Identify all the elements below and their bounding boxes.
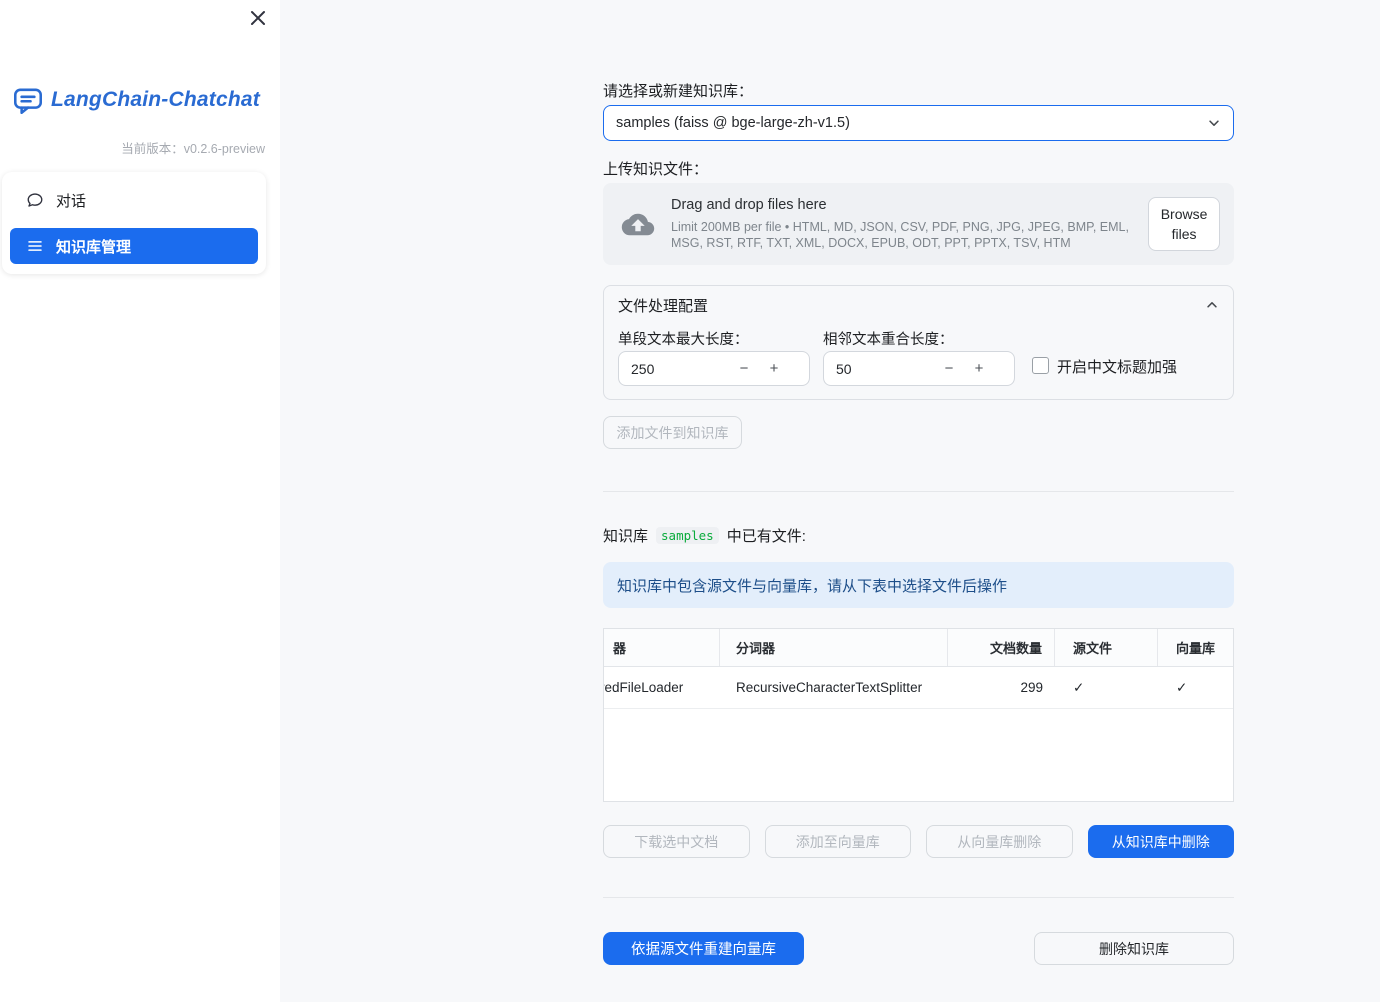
max-length-increment-button[interactable]: + [759,352,789,385]
download-selected-button[interactable]: 下载选中文档 [603,825,750,858]
list-icon [26,237,44,255]
dropzone-title: Drag and drop files here [671,196,827,213]
file-dropzone[interactable]: Drag and drop files here Limit 200MB per… [603,183,1234,265]
kb-files-suffix: 中已有文件: [726,528,806,545]
cell-source-file-check: ✓ [1073,679,1085,695]
max-length-field[interactable] [619,360,729,377]
add-files-button[interactable]: 添加文件到知识库 [603,416,742,449]
zh-title-enhance-checkbox[interactable] [1032,357,1049,374]
overlap-decrement-button[interactable]: − [934,352,964,385]
cloud-upload-icon [621,211,655,238]
app-window: LangChain-Chatchat 当前版本：v0.2.6-preview 对… [0,0,1380,1002]
chat-bubble-icon [26,191,44,209]
overlap-label: 相邻文本重合长度： [823,332,954,348]
dropzone-text: Drag and drop files here Limit 200MB per… [671,197,1148,252]
col-header-loader[interactable]: 器 [604,629,720,666]
close-icon [250,10,266,26]
delete-kb-button[interactable]: 删除知识库 [1034,932,1234,965]
remove-from-vector-store-button[interactable]: 从向量库删除 [926,825,1073,858]
expander-header[interactable]: 文件处理配置 [604,286,1233,324]
overlap-field[interactable] [824,360,934,377]
add-to-vector-store-button[interactable]: 添加至向量库 [764,825,911,858]
browse-files-button[interactable]: Browse files [1148,197,1220,251]
divider [603,897,1234,898]
file-actions-row: 下载选中文档 添加至向量库 从向量库删除 从知识库中删除 [603,825,1234,858]
table-header-row: 器 分词器 文档数量 源文件 向量库 [604,629,1233,667]
chatchat-logo-icon [12,86,44,114]
file-config-expander: 文件处理配置 单段文本最大长度： 相邻文本重合长度： − + − + 开启中文标… [603,285,1234,400]
sidebar-item-knowledge-base[interactable]: 知识库管理 [10,228,258,264]
sidebar-item-label: 对话 [56,192,87,210]
max-length-input: − + [618,351,810,386]
expander-title: 文件处理配置 [618,297,709,315]
table-row[interactable]: redFileLoader RecursiveCharacterTextSpli… [604,667,1233,709]
upload-label: 上传知识文件： [603,161,709,178]
cell-vector-store-check: ✓ [1176,679,1188,695]
sidebar-item-label: 知识库管理 [56,238,132,256]
cell-doc-count: 299 [1020,680,1043,695]
chevron-down-icon [1207,116,1221,130]
zh-title-enhance-label[interactable]: 开启中文标题加强 [1057,356,1177,377]
app-logo-text: LangChain-Chatchat [51,88,260,111]
sidebar-item-dialogue[interactable]: 对话 [10,182,258,218]
overlap-increment-button[interactable]: + [964,352,994,385]
sidebar: LangChain-Chatchat 当前版本：v0.2.6-preview 对… [0,0,280,1002]
kb-select-label: 请选择或新建知识库： [603,83,754,100]
col-header-splitter[interactable]: 分词器 [720,629,948,666]
rebuild-vector-store-button[interactable]: 依据源文件重建向量库 [603,932,804,965]
col-header-source-file[interactable]: 源文件 [1055,629,1158,666]
col-header-vector-store[interactable]: 向量库 [1158,629,1233,666]
main-content: 请选择或新建知识库： samples (faiss @ bge-large-zh… [603,0,1234,1002]
sidebar-menu: 对话 知识库管理 [2,172,266,274]
dropzone-limit: Limit 200MB per file • HTML, MD, JSON, C… [671,219,1129,250]
kb-files-prefix: 知识库 [603,528,649,545]
info-banner: 知识库中包含源文件与向量库，请从下表中选择文件后操作 [603,562,1234,608]
version-label: 当前版本：v0.2.6-preview [121,142,265,156]
chevron-up-icon [1205,298,1219,312]
kb-files-heading: 知识库 samples 中已有文件: [603,525,806,546]
sidebar-close-button[interactable] [244,4,272,32]
kb-selectbox[interactable]: samples (faiss @ bge-large-zh-v1.5) [603,105,1234,141]
max-length-label: 单段文本最大长度： [618,332,749,348]
kb-selected-value: samples (faiss @ bge-large-zh-v1.5) [616,115,850,131]
divider [603,491,1234,492]
max-length-decrement-button[interactable]: − [729,352,759,385]
overlap-input: − + [823,351,1015,386]
app-logo: LangChain-Chatchat [12,86,260,114]
delete-from-kb-button[interactable]: 从知识库中删除 [1087,825,1234,858]
col-header-doc-count[interactable]: 文档数量 [948,629,1055,666]
kb-name-code: samples [656,527,719,544]
cell-loader: redFileLoader [604,680,684,695]
cell-splitter: RecursiveCharacterTextSplitter [736,680,923,695]
files-table: 器 分词器 文档数量 源文件 向量库 redFileLoader Recursi… [603,628,1234,802]
